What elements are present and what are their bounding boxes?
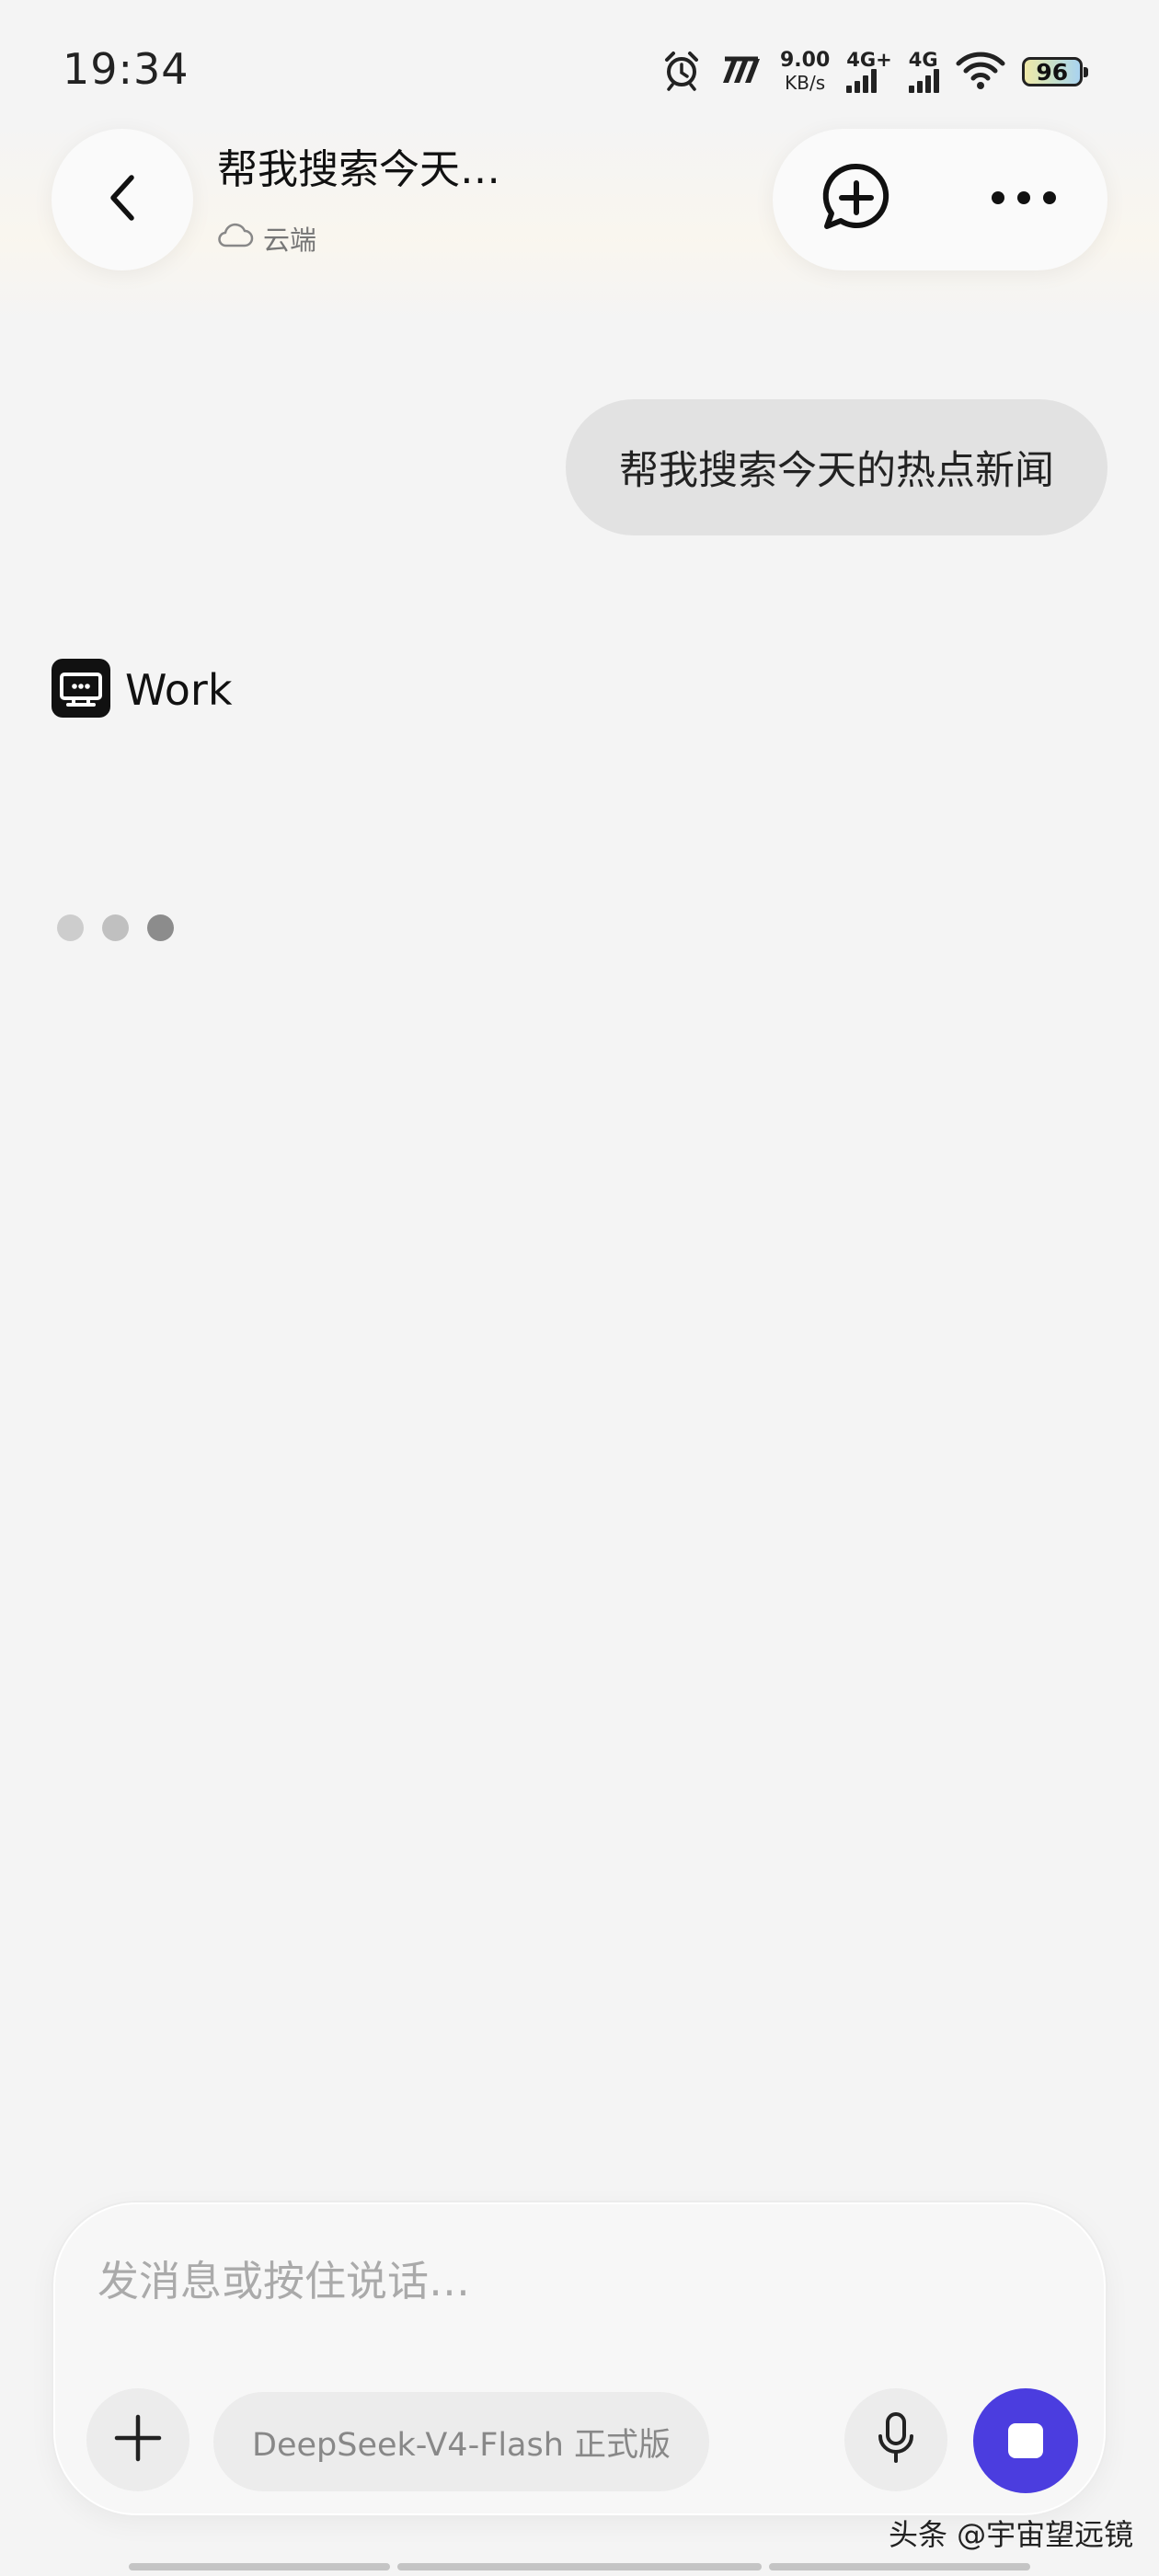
wifi-icon (956, 51, 1005, 93)
home-indicator-segment (129, 2563, 390, 2570)
signal-icon (908, 69, 939, 93)
stop-generation-button[interactable] (973, 2388, 1078, 2493)
user-message-bubble[interactable]: 帮我搜索今天的热点新闻 (566, 399, 1107, 535)
home-indicator[interactable] (129, 2563, 1030, 2570)
carrier-logo-icon (719, 55, 763, 88)
storage-tag: 云端 (217, 219, 316, 258)
back-button[interactable] (52, 129, 193, 270)
sim2-signal: 4G (908, 49, 939, 93)
model-label: DeepSeek-V4-Flash 正式版 (252, 2426, 671, 2464)
battery-level: 96 (1036, 58, 1069, 86)
message-input[interactable] (96, 2256, 927, 2306)
typing-dot (147, 914, 174, 941)
user-message-text: 帮我搜索今天的热点新闻 (619, 448, 1054, 494)
mic-icon (875, 2410, 917, 2469)
composer: DeepSeek-V4-Flash 正式版 (53, 2202, 1106, 2515)
home-indicator-segment (769, 2563, 1030, 2570)
sim1-signal: 4G+ (846, 49, 892, 93)
add-icon (113, 2413, 163, 2467)
signal-icon (846, 69, 878, 93)
new-chat-button[interactable] (810, 154, 902, 246)
header-actions (773, 129, 1107, 270)
sim1-label: 4G+ (846, 49, 892, 71)
model-selector[interactable]: DeepSeek-V4-Flash 正式版 (213, 2392, 710, 2491)
work-agent-icon (52, 659, 110, 721)
stop-icon (1008, 2423, 1043, 2458)
storage-label: 云端 (263, 224, 317, 256)
typing-indicator (57, 914, 174, 941)
add-attachment-button[interactable] (86, 2388, 189, 2491)
more-options-button[interactable] (978, 154, 1070, 246)
sim2-label: 4G (908, 49, 938, 71)
watermark: 头条 @宇宙望远镜 (889, 2517, 1134, 2552)
home-indicator-segment (397, 2563, 762, 2570)
more-icon (989, 189, 1059, 211)
battery-icon: 96 (1021, 57, 1088, 86)
alarm-icon (660, 49, 703, 95)
chat-title[interactable]: 帮我搜索今天… (217, 136, 500, 195)
cloud-icon (217, 222, 254, 256)
network-speed: 9.00 KB/s (780, 49, 831, 95)
agent-header: Work (52, 659, 232, 721)
agent-name: Work (125, 665, 233, 715)
new-chat-icon (820, 161, 893, 238)
status-time: 19:34 (63, 44, 189, 94)
back-icon (102, 170, 143, 229)
network-speed-value: 9.00 (780, 49, 831, 72)
status-icons: 9.00 KB/s 4G+ 4G 96 (660, 46, 1088, 98)
typing-dot (57, 914, 84, 941)
network-speed-unit: KB/s (785, 72, 826, 94)
typing-dot (102, 914, 129, 941)
voice-input-button[interactable] (844, 2388, 947, 2491)
